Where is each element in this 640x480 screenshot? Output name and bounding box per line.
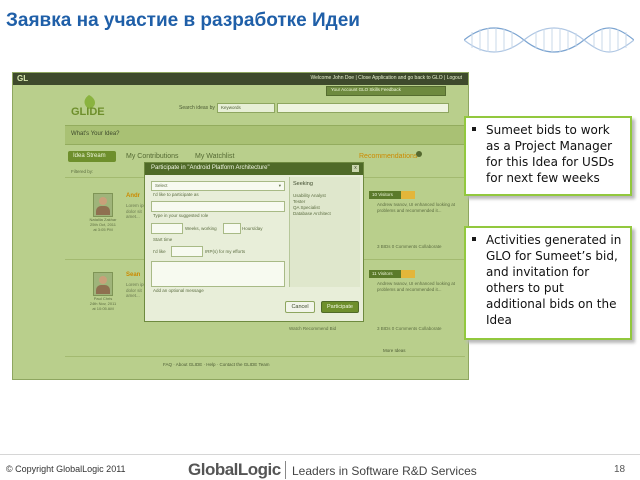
entry-actions[interactable]: Watch Recommend Bid [289, 326, 336, 331]
tagline: Leaders in Software R&D Services [292, 464, 477, 478]
divider [65, 356, 465, 357]
tab-my-watchlist[interactable]: My Watchlist [195, 153, 234, 160]
callout-activities: Activities generated in GLO for Sumeet’s… [464, 226, 632, 340]
entry-title[interactable]: Andr [126, 193, 140, 199]
dna-helix-decoration [464, 27, 634, 53]
callout-activities-text: Activities generated in GLO for Sumeet’s… [486, 233, 622, 327]
brand-part1: Global [188, 460, 238, 479]
role-label: I'd like to participate as [153, 192, 199, 197]
participate-button[interactable]: Participate [321, 301, 359, 313]
globallogic-logo: GlobalLogic [188, 460, 281, 480]
user-account-bar-label: Your Account GLO Skills Feedback [331, 87, 401, 92]
role-input[interactable] [151, 201, 285, 212]
start-time-label: Start time [153, 237, 173, 242]
entry-counts[interactable]: 3 BIDs 0 Comments Collaborate [377, 244, 442, 249]
weeks-label: Weeks, working [185, 226, 217, 231]
banner-label: What's Your Idea? [71, 131, 120, 137]
seeking-item: Usability Analyst [293, 193, 326, 198]
bullet-icon [472, 237, 476, 241]
message-textarea[interactable] [151, 261, 285, 287]
avatar[interactable] [93, 272, 113, 296]
entry-activity: Andrew Ivanov, UI enhanced looking at pr… [377, 281, 455, 292]
topbar-links[interactable]: Welcome John Doe | Close Application and… [311, 75, 462, 81]
entry-counts[interactable]: 3 BIDs 0 Comments Collaborate [377, 326, 442, 331]
entry-title[interactable]: Sean [126, 272, 140, 278]
whats-your-idea-banner[interactable]: What's Your Idea? [65, 125, 467, 145]
tab-my-contributions[interactable]: My Contributions [126, 153, 179, 160]
search-type-select[interactable]: Keywords [217, 103, 275, 113]
app-topbar: GL Welcome John Doe | Close Application … [13, 73, 468, 85]
footer-divider [0, 454, 640, 455]
avatar[interactable] [93, 193, 113, 217]
more-ideas-link[interactable]: More Ideas [383, 348, 406, 353]
search-label: Search ideas by [179, 105, 215, 111]
role-select[interactable]: Select ▾ [151, 181, 285, 191]
brand-part2: Logic [237, 460, 281, 479]
visitors-badge: 11 Visitors [369, 270, 415, 278]
visitors-count: 11 Visitors [372, 271, 393, 276]
dialog-header: Participate in "Android Platform Archite… [145, 163, 363, 175]
seeking-item: QA Specialist [293, 205, 320, 210]
globallogic-mini-logo: GL [17, 74, 29, 83]
irp-input[interactable] [171, 246, 203, 257]
role-hint: Type in your suggested role [153, 213, 209, 218]
seeking-title: Seeking [293, 181, 313, 187]
role-select-value: Select [155, 183, 168, 188]
tab-idea-stream-label: Idea Stream [73, 153, 106, 159]
slide-title: Заявка на участие в разработке Идеи [6, 10, 360, 31]
dialog-title: Participate in "Android Platform Archite… [151, 165, 270, 171]
hours-label: Hours/day [242, 226, 263, 231]
entry-author-meta: Paul Chris 24th Nov, 2011 at 10:05 AM [79, 296, 127, 311]
entry-time: at 10:05 AM [92, 306, 114, 311]
bullet-icon [472, 127, 476, 131]
seeking-item: Database Architect [293, 211, 331, 216]
recommendations-link[interactable]: Recommendations [359, 153, 417, 160]
visitors-count: 10 Visitors [372, 192, 393, 197]
copyright: © Copyright GlobalLogic 2011 [6, 464, 126, 474]
cancel-button[interactable]: Cancel [285, 301, 315, 313]
page-number: 18 [614, 464, 626, 475]
seeking-panel: Seeking Usability Analyst Tester QA Spec… [289, 177, 360, 287]
entry-time: at 3:05 PM [93, 227, 113, 232]
message-label: Add an optional message [153, 288, 204, 293]
fee-suffix-label: IRP(s) for my efforts [205, 249, 246, 254]
callout-bid-text: Sumeet bids to work as a Project Manager… [486, 123, 614, 185]
participate-dialog: Participate in "Android Platform Archite… [144, 162, 364, 322]
visitors-badge: 10 Visitors [369, 191, 415, 199]
hours-input[interactable] [223, 223, 241, 234]
tab-idea-stream[interactable]: Idea Stream [68, 151, 116, 162]
close-icon[interactable]: x [352, 165, 359, 172]
entry-activity: Andrew Ivanov, UI enhanced looking at pr… [377, 202, 455, 213]
weeks-input[interactable] [151, 223, 183, 234]
brand-separator [285, 461, 286, 479]
chevron-down-icon: ▾ [278, 183, 281, 188]
fee-prefix-label: I'd like [153, 249, 166, 254]
glide-logo-text: GLIDE [71, 106, 105, 118]
entry-author-meta: Nataliia Zakhar 25th Oct, 2011 at 3:05 P… [79, 217, 127, 232]
search-input[interactable] [277, 103, 449, 113]
callout-bid: Sumeet bids to work as a Project Manager… [464, 116, 632, 196]
search-type-value: Keywords [221, 105, 241, 110]
app-footer-links[interactable]: FAQ · About GLIDE · Help · Contact the G… [163, 362, 269, 367]
filter-row: Filtered by: [71, 169, 94, 174]
seeking-item: Tester [293, 199, 306, 204]
help-icon[interactable] [416, 151, 422, 157]
user-account-bar[interactable]: Your Account GLO Skills Feedback [326, 86, 446, 96]
